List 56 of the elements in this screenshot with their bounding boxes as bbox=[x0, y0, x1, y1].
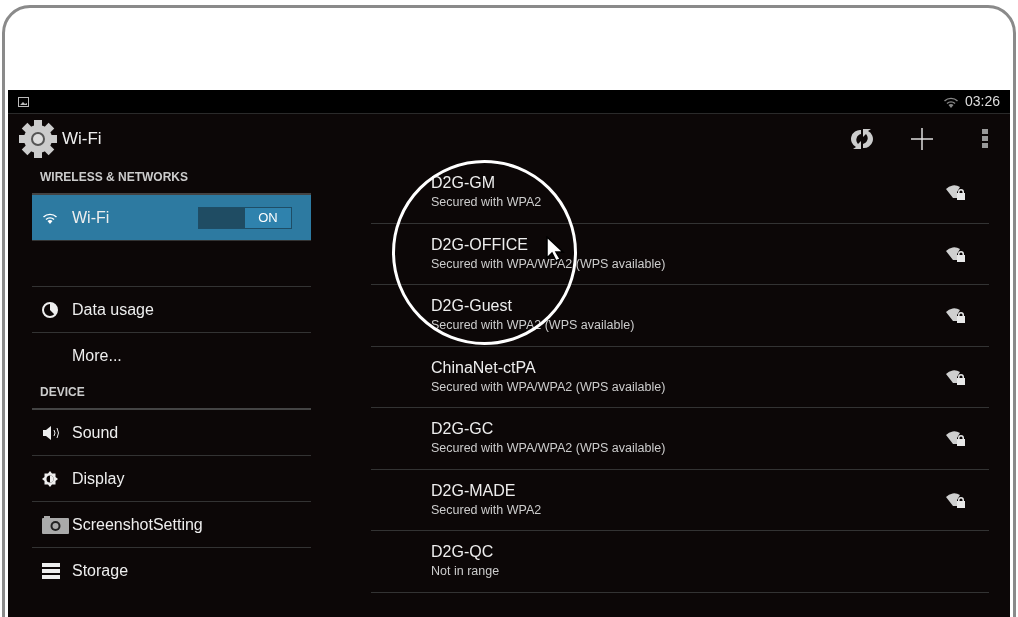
network-name: D2G-GC bbox=[431, 419, 494, 440]
settings-item[interactable]: More... bbox=[32, 333, 311, 379]
network-name: D2G-Guest bbox=[431, 296, 512, 317]
network-row[interactable]: D2G-GM Secured with WPA2 bbox=[371, 162, 989, 224]
clock: 03:26 bbox=[964, 92, 1000, 111]
speaker-icon bbox=[42, 424, 62, 441]
storage-icon bbox=[42, 563, 60, 579]
item-label: More... bbox=[72, 346, 122, 366]
item-label: Wi-Fi bbox=[72, 207, 110, 228]
brightness-icon bbox=[42, 470, 58, 487]
camera-icon bbox=[42, 515, 69, 534]
network-name: ChinaNet-ctPA bbox=[431, 357, 536, 378]
secured-wifi-icon bbox=[945, 368, 967, 385]
wifi-signal-icon bbox=[942, 95, 959, 108]
image-icon bbox=[18, 96, 29, 107]
network-row[interactable]: D2G-GC Secured with WPA/WPA2 (WPS available) bbox=[371, 408, 989, 470]
network-name: D2G-QC bbox=[431, 542, 494, 563]
pie-chart-icon bbox=[42, 301, 58, 318]
item-label: ScreenshotSetting bbox=[72, 514, 203, 535]
network-row[interactable]: ChinaNet-ctPA Secured with WPA/WPA2 (WPS available) bbox=[371, 346, 989, 408]
network-status: Secured with WPA2 bbox=[431, 501, 542, 519]
network-status: Secured with WPA/WPA2 (WPS available) bbox=[431, 440, 666, 458]
screen-title: Wi-Fi bbox=[62, 128, 102, 151]
toggle-switch[interactable]: ON bbox=[198, 206, 292, 229]
wifi-icon bbox=[42, 211, 58, 224]
network-name: D2G-GM bbox=[431, 173, 495, 194]
secured-wifi-icon bbox=[945, 430, 967, 447]
item-label: Data usage bbox=[72, 299, 154, 320]
settings-icon[interactable] bbox=[18, 119, 58, 159]
settings-item[interactable]: Storage bbox=[32, 548, 311, 594]
add-icon[interactable] bbox=[910, 127, 934, 151]
settings-item[interactable]: ScreenshotSetting bbox=[32, 502, 311, 548]
secured-wifi-icon bbox=[945, 245, 967, 262]
network-status: Secured with WPA/WPA2 (WPS available) bbox=[431, 378, 666, 396]
network-row[interactable]: D2G-QC Not in range bbox=[371, 531, 989, 593]
section-header: WIRELESS & NETWORKS bbox=[40, 169, 188, 186]
secured-wifi-icon bbox=[945, 307, 967, 324]
wifi-setting-row[interactable]: Wi-Fi ON bbox=[32, 195, 311, 241]
section-header: DEVICE bbox=[40, 384, 85, 401]
settings-item[interactable]: Sound bbox=[32, 410, 311, 456]
network-status: Secured with WPA2 bbox=[431, 194, 542, 212]
refresh-icon[interactable] bbox=[850, 127, 874, 151]
settings-item[interactable]: Display bbox=[32, 456, 311, 502]
network-name: D2G-OFFICE bbox=[431, 234, 528, 255]
network-status: Secured with WPA/WPA2 (WPS available) bbox=[431, 255, 666, 273]
item-label: Display bbox=[72, 468, 125, 489]
network-row[interactable]: D2G-MADE Secured with WPA2 bbox=[371, 469, 989, 531]
network-name: D2G-MADE bbox=[431, 480, 516, 501]
item-label: Sound bbox=[72, 422, 119, 443]
toggle-thumb: ON bbox=[245, 207, 291, 228]
overflow-menu-icon[interactable] bbox=[982, 129, 988, 149]
secured-wifi-icon bbox=[945, 491, 967, 508]
secured-wifi-icon bbox=[945, 184, 967, 201]
settings-item[interactable]: Data usage bbox=[32, 287, 311, 333]
item-label: Storage bbox=[72, 561, 129, 581]
network-status: Not in range bbox=[431, 563, 500, 581]
